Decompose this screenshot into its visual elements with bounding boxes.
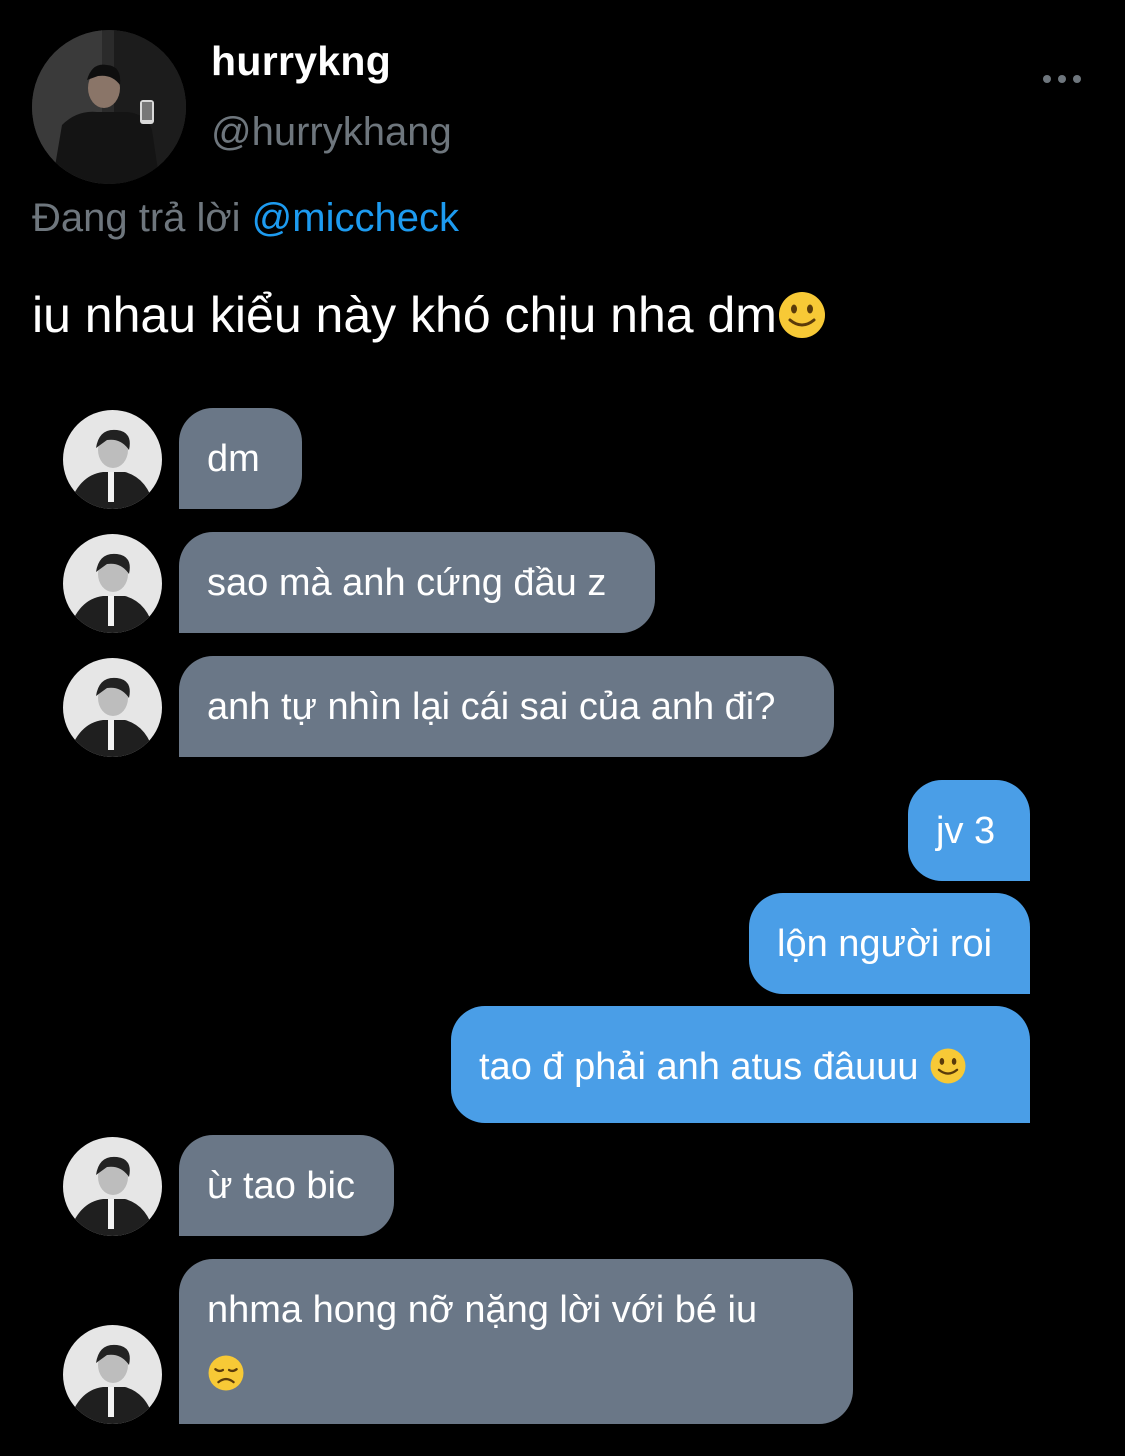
sender-photo [63, 410, 162, 509]
message-bubble: anh tự nhìn lại cái sai của anh đi? [179, 656, 834, 757]
message-bubble: tao đ phải anh atus đâuuu [451, 1006, 1030, 1123]
message-text: tao đ phải anh atus đâuuu [479, 1046, 919, 1088]
message-bubble: ừ tao bic [179, 1135, 394, 1236]
message-bubble: sao mà anh cứng đầu z [179, 532, 655, 633]
message-text: lộn người roi [777, 923, 993, 965]
message-bubble: nhma hong nỡ nặng lời với bé iu [179, 1259, 853, 1424]
message-bubble: dm [179, 408, 302, 509]
disappointed-face-icon [208, 1355, 244, 1391]
sender-avatar [63, 410, 162, 509]
sender-avatar [63, 1325, 162, 1424]
sender-avatar [63, 1137, 162, 1236]
message-text: nhma hong nỡ nặng lời với bé iu [207, 1289, 758, 1331]
sender-photo [63, 1137, 162, 1236]
message-text: dm [207, 438, 260, 480]
sender-photo [63, 658, 162, 757]
message-text: sao mà anh cứng đầu z [207, 562, 607, 604]
message-bubble: lộn người roi [749, 893, 1030, 994]
slightly-smiling-face-icon [930, 1048, 966, 1084]
message-bubble: jv 3 [908, 780, 1030, 881]
sender-avatar [63, 658, 162, 757]
sender-photo [63, 534, 162, 633]
message-text: anh tự nhìn lại cái sai của anh đi? [207, 686, 776, 728]
sender-avatar [63, 534, 162, 633]
message-text: ừ tao bic [207, 1165, 355, 1207]
message-text: jv 3 [936, 810, 996, 852]
chat-screenshot: dm sao mà anh cứng đầu z anh tự nhìn lại… [0, 0, 1125, 1456]
sender-photo [63, 1325, 162, 1424]
